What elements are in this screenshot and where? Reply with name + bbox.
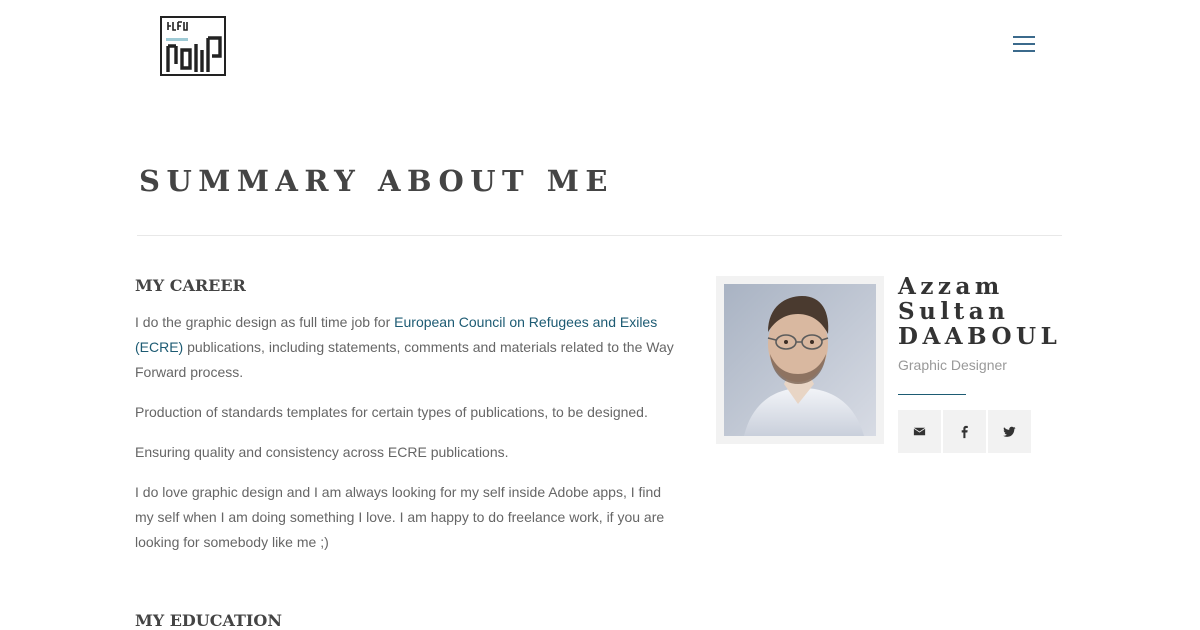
title-divider	[137, 235, 1062, 236]
hamburger-line	[1013, 50, 1035, 52]
hamburger-line	[1013, 36, 1035, 38]
career-paragraph-2: Production of standards templates for ce…	[135, 404, 648, 420]
career-paragraph-4: I do love graphic design and I am always…	[135, 484, 665, 550]
ltf-logo-icon	[160, 16, 226, 76]
profile-photo-frame	[716, 276, 884, 444]
profile-role: Graphic Designer	[898, 357, 1007, 373]
career-heading: MY CAREER	[135, 276, 246, 295]
page-title: SUMMARY ABOUT ME	[139, 164, 614, 198]
career-paragraph-1: I do the graphic design as full time job…	[135, 310, 675, 385]
profile-photo	[724, 284, 876, 436]
profile-name: Azzam Sultan DAABOUL	[898, 273, 1062, 350]
career-content: I do the graphic design as full time job…	[135, 310, 675, 570]
career-paragraph-3: Ensuring quality and consistency across …	[135, 444, 509, 460]
site-header	[0, 0, 1200, 90]
mail-icon	[913, 427, 926, 436]
hamburger-line	[1013, 43, 1035, 45]
twitter-icon	[1003, 426, 1016, 437]
twitter-button[interactable]	[988, 410, 1031, 453]
education-heading: MY EDUCATION	[135, 611, 282, 630]
profile-divider	[898, 394, 966, 395]
menu-button[interactable]	[1010, 32, 1038, 56]
site-logo[interactable]	[160, 16, 226, 76]
career-paragraph-1-rest: publications, including statements, comm…	[135, 339, 674, 380]
facebook-icon	[961, 425, 968, 439]
mail-button[interactable]	[898, 410, 941, 453]
career-paragraph-1-intro: I do the graphic design as full time job…	[135, 314, 395, 330]
facebook-button[interactable]	[943, 410, 986, 453]
